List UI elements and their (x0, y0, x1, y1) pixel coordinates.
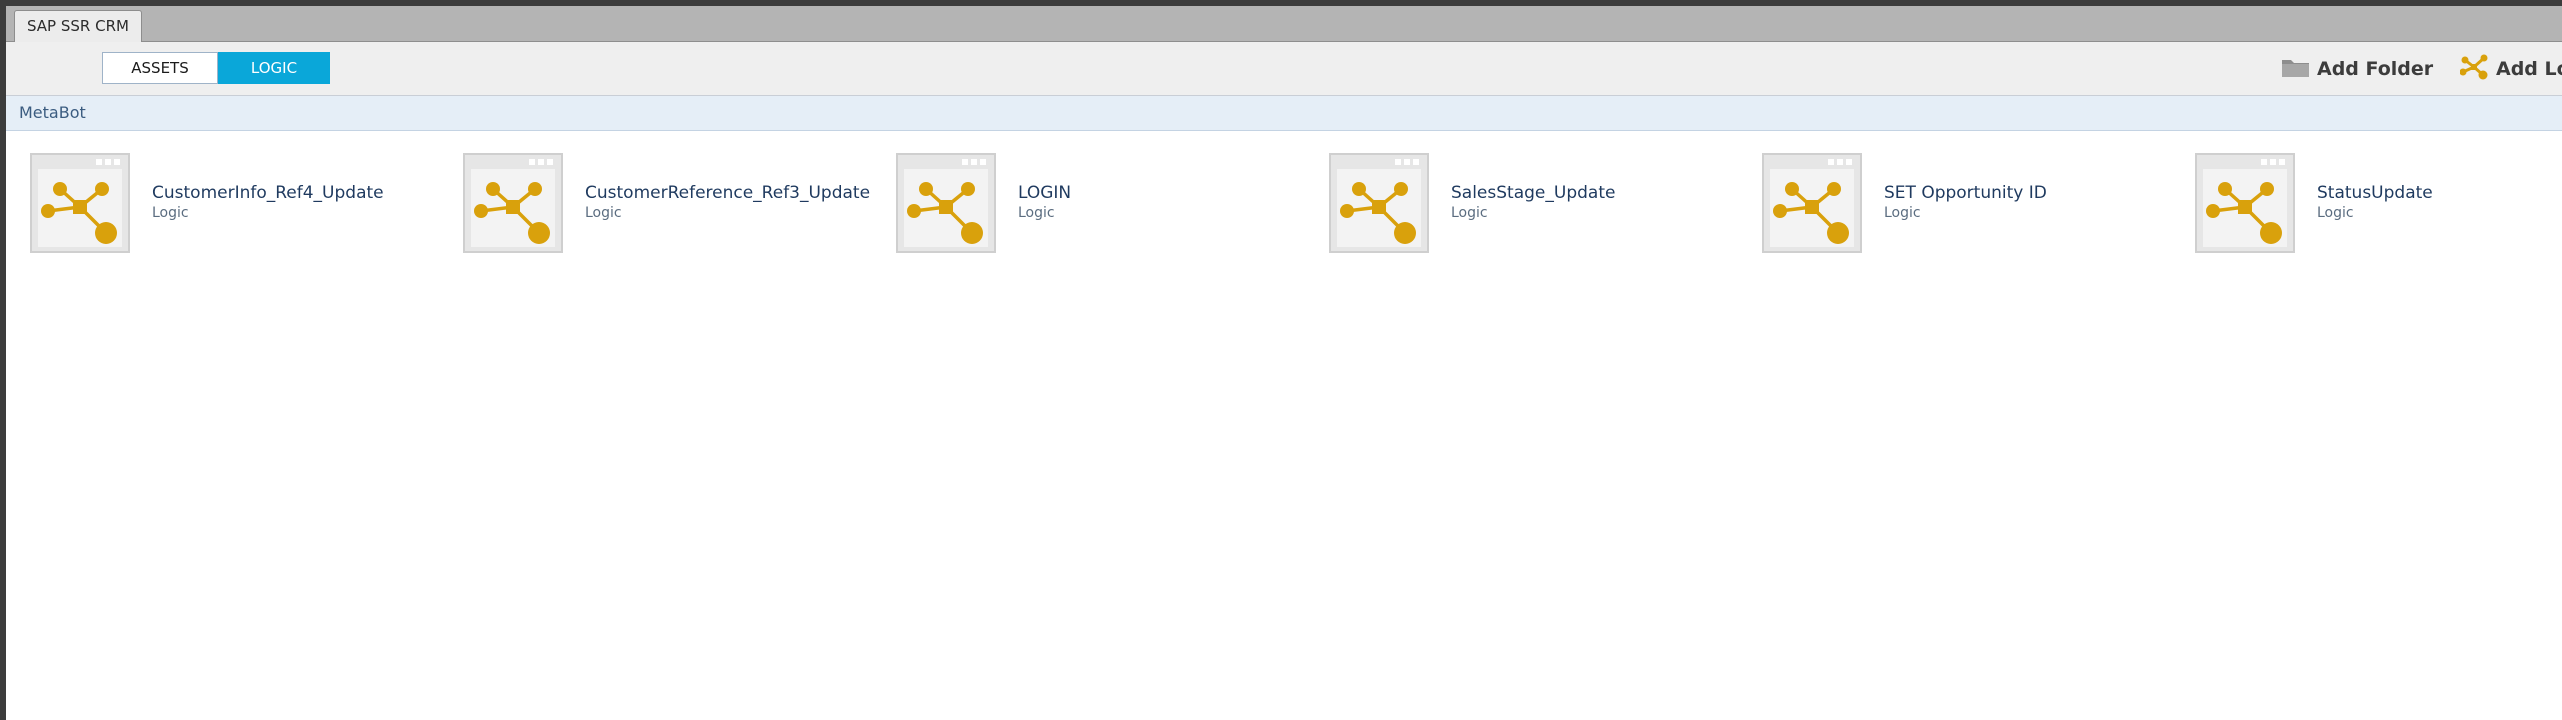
logic-nodes-icon (41, 182, 117, 244)
logic-item[interactable]: SET Opportunity ID Logic (1762, 153, 2047, 257)
logic-item[interactable]: SalesStage_Update Logic (1329, 153, 1615, 257)
logic-tab-button[interactable]: LOGIC (218, 52, 330, 84)
assets-tab-button[interactable]: ASSETS (102, 52, 218, 84)
logic-item-type: Logic (585, 205, 622, 221)
logic-item-name: LOGIN (1018, 183, 1072, 203)
logic-nodes-icon (2206, 182, 2282, 244)
logic-item-tile (463, 153, 563, 253)
logic-nodes-icon (474, 182, 550, 244)
breadcrumb[interactable]: MetaBot (19, 96, 86, 130)
logic-item-name: CustomerReference_Ref3_Update (585, 183, 871, 203)
logic-item[interactable]: LOGIN Logic (896, 153, 1071, 257)
breadcrumb-bar: MetaBot (6, 96, 2562, 131)
folder-icon (2281, 56, 2311, 83)
logic-item[interactable]: CustomerReference_Ref3_Update Logic (463, 153, 870, 257)
logic-items-grid: CustomerInfo_Ref4_Update Logic CustomerR… (30, 153, 2562, 263)
logic-nodes-icon (907, 182, 983, 244)
logic-item[interactable]: StatusUpdate Logic (2195, 153, 2433, 257)
logic-item-tile (1762, 153, 1862, 253)
add-logic-icon (2459, 54, 2490, 85)
logic-item-tile (896, 153, 996, 253)
logic-item-type: Logic (1884, 205, 1921, 221)
logic-item-type: Logic (2317, 205, 2354, 221)
logic-item-name: SET Opportunity ID (1884, 183, 2047, 203)
logic-item-type: Logic (152, 205, 189, 221)
add-folder-label: Add Folder (2317, 58, 2434, 80)
toolbar: ASSETS LOGIC Add Folder Add L (6, 42, 2562, 96)
logic-item-name: CustomerInfo_Ref4_Update (152, 183, 384, 203)
logic-item-tile (30, 153, 130, 253)
logic-item-name: StatusUpdate (2317, 183, 2433, 203)
logic-item[interactable]: CustomerInfo_Ref4_Update Logic (30, 153, 384, 257)
logic-item-name: SalesStage_Update (1451, 183, 1616, 203)
add-logic-button[interactable]: Add Lo (2459, 54, 2562, 85)
add-folder-button[interactable]: Add Folder (2281, 56, 2433, 82)
logic-item-tile (2195, 153, 2295, 253)
tab-bar: SAP SSR CRM (6, 6, 2562, 42)
logic-item-tile (1329, 153, 1429, 253)
view-switch: ASSETS LOGIC (102, 52, 330, 84)
logic-nodes-icon (1773, 182, 1849, 244)
logic-item-type: Logic (1018, 205, 1055, 221)
logic-item-type: Logic (1451, 205, 1488, 221)
logic-nodes-icon (1340, 182, 1416, 244)
add-logic-label: Add Lo (2496, 58, 2562, 80)
tab-sap-ssr-crm[interactable]: SAP SSR CRM (14, 10, 142, 42)
